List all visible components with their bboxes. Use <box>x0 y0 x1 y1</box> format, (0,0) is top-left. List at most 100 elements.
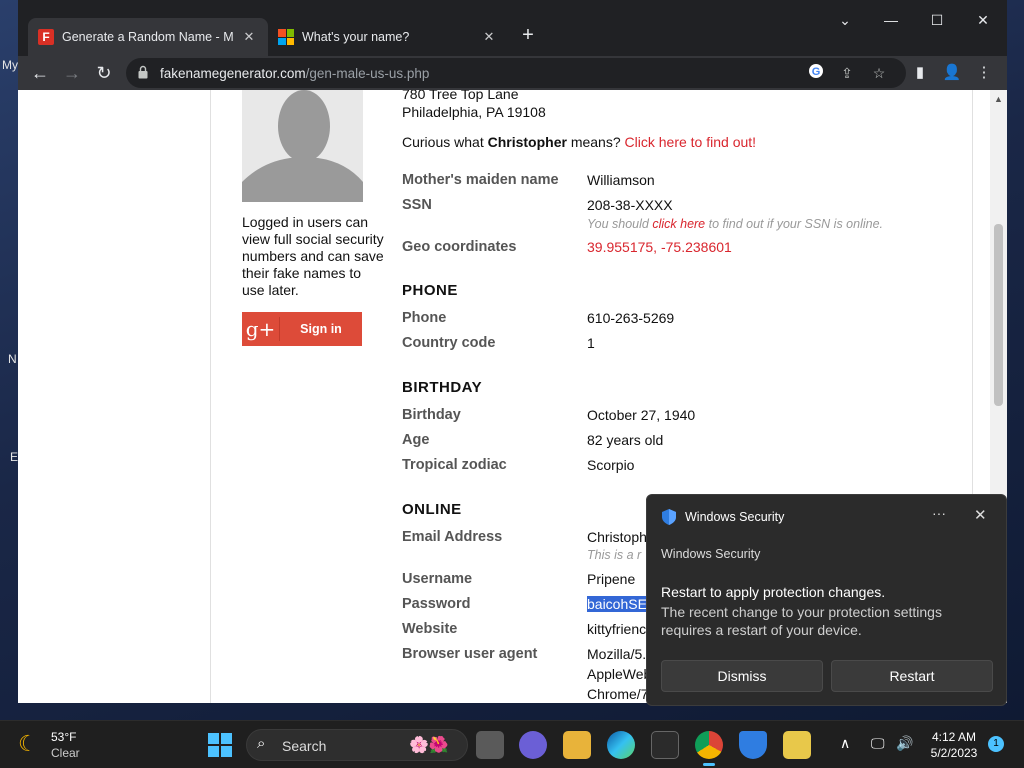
mothers-maiden-label: Mother's maiden name <box>402 172 559 188</box>
search-placeholder: Search <box>282 738 327 754</box>
password-label: Password <box>402 596 471 612</box>
age-label: Age <box>402 432 430 448</box>
browser-toolbar: ← → ↻ fakenamegenerator.com/gen-male-us-… <box>18 56 1007 90</box>
notification-body: The recent change to your protection set… <box>661 604 942 638</box>
birthday-value: October 27, 1940 <box>587 407 696 423</box>
clock-date: 5/2/2023 <box>930 746 978 760</box>
user-agent-line-3: Chrome/7 <box>587 686 649 702</box>
country-code-label: Country code <box>402 335 496 351</box>
notification-title: Restart to apply protection changes. <box>661 584 886 600</box>
username-value: Pripene <box>587 571 636 587</box>
show-hidden-icons-chevron-icon[interactable]: ∧ <box>840 735 850 752</box>
more-options-icon[interactable]: ··· <box>932 505 946 521</box>
taskbar: ☾ 53°F Clear ⌕ Search 🌸🌺 ∧ 🖵 🔊 4:12 AM 5… <box>0 720 1024 768</box>
maximize-button[interactable]: ☐ <box>922 12 952 29</box>
reload-button[interactable]: ↻ <box>92 61 116 85</box>
close-tab-icon[interactable]: ✕ <box>480 29 498 45</box>
microsoft-store-icon[interactable] <box>651 731 679 759</box>
windows-security-icon[interactable] <box>739 731 767 759</box>
new-tab-button[interactable]: + <box>516 24 540 47</box>
user-agent-label: Browser user agent <box>402 646 538 662</box>
close-window-button[interactable]: ✕ <box>968 12 998 29</box>
close-tab-icon[interactable]: ✕ <box>240 29 258 45</box>
task-view-icon[interactable] <box>476 731 504 759</box>
mothers-maiden-value: Williamson <box>587 172 655 188</box>
ssn-label: SSN <box>402 197 432 213</box>
menu-kebab-icon[interactable]: ⋮ <box>972 61 996 85</box>
username-label: Username <box>402 571 473 587</box>
teams-chat-icon[interactable] <box>519 731 547 759</box>
desktop-icon-label: N <box>8 352 17 366</box>
user-agent-line-1: Mozilla/5. <box>587 646 647 662</box>
tab-whats-your-name[interactable]: What's your name? ✕ <box>268 18 508 56</box>
notification-source: Windows Security <box>661 547 761 561</box>
edge-icon[interactable] <box>607 731 635 759</box>
password-value[interactable]: baicohSE <box>587 596 647 612</box>
microsoft-icon <box>278 29 294 45</box>
birthday-section-heading: BIRTHDAY <box>402 379 483 396</box>
birthday-label: Birthday <box>402 407 461 423</box>
website-value: kittyfrienc <box>587 621 647 637</box>
close-icon[interactable]: ✕ <box>974 506 987 524</box>
tab-search-chevron-icon[interactable]: ⌄ <box>830 12 860 29</box>
desktop-icon-label: My <box>2 58 18 72</box>
zodiac-label: Tropical zodiac <box>402 457 507 473</box>
windows-security-notification: Windows Security ··· ✕ Windows Security … <box>646 494 1007 706</box>
avatar <box>242 90 363 202</box>
address-bar[interactable]: fakenamegenerator.com/gen-male-us-us.php… <box>126 58 906 88</box>
file-explorer-icon[interactable] <box>563 731 591 759</box>
geo-coordinates-link[interactable]: 39.955175, -75.238601 <box>587 239 732 255</box>
back-button[interactable]: ← <box>28 61 52 85</box>
tab-fakename[interactable]: F Generate a Random Name - Male ✕ <box>28 18 268 56</box>
volume-icon[interactable]: 🔊 <box>896 735 913 752</box>
lock-icon <box>138 65 148 79</box>
search-icon: ⌕ <box>257 735 266 752</box>
geo-label: Geo coordinates <box>402 239 517 255</box>
bookmark-star-icon[interactable]: ☆ <box>869 63 889 83</box>
restart-button[interactable]: Restart <box>831 660 993 692</box>
name-meaning-link[interactable]: Click here to find out! <box>625 134 757 150</box>
moon-weather-icon[interactable]: ☾ <box>18 731 38 757</box>
phone-value: 610-263-5269 <box>587 310 675 326</box>
notification-app-name: Windows Security <box>685 510 785 524</box>
ssn-check-link[interactable]: click here <box>652 217 705 231</box>
weather-condition[interactable]: Clear <box>51 746 80 760</box>
tab-strip: F Generate a Random Name - Male ✕ What's… <box>18 0 1007 56</box>
share-icon[interactable]: ⇪ <box>837 63 857 83</box>
website-label: Website <box>402 621 458 637</box>
google-lens-icon[interactable]: G <box>806 63 826 83</box>
minimize-button[interactable]: — <box>876 12 906 28</box>
address-line-1: 780 Tree Top Lane <box>402 90 519 102</box>
url-text: fakenamegenerator.com/gen-male-us-us.php <box>160 66 430 81</box>
folder-icon[interactable] <box>783 731 811 759</box>
profile-icon[interactable]: 👤 <box>940 61 964 85</box>
email-note: This is a r <box>587 548 642 562</box>
google-plus-icon: g+ <box>242 317 280 341</box>
notification-count-badge[interactable]: 1 <box>988 736 1004 752</box>
forward-button[interactable]: → <box>60 61 84 85</box>
weather-temperature[interactable]: 53°F <box>51 730 76 744</box>
side-panel-icon[interactable]: ▮ <box>908 61 932 85</box>
taskbar-search[interactable]: ⌕ Search 🌸🌺 <box>246 729 468 761</box>
online-section-heading: ONLINE <box>402 501 462 518</box>
email-label: Email Address <box>402 529 503 545</box>
scroll-up-arrow-icon[interactable]: ▲ <box>994 94 1003 104</box>
dismiss-button[interactable]: Dismiss <box>661 660 823 692</box>
tab-title: Generate a Random Name - Male <box>62 30 234 44</box>
ssn-value: 208-38-XXXX <box>587 197 673 213</box>
google-plus-sign-in-button[interactable]: g+ Sign in <box>242 312 362 346</box>
scroll-thumb[interactable] <box>994 224 1003 406</box>
desktop-icon-label: E <box>10 450 19 464</box>
network-icon[interactable]: 🖵 <box>871 735 885 752</box>
name-meaning-line: Curious what Christopher means? Click he… <box>402 134 757 150</box>
tab-title: What's your name? <box>302 30 410 44</box>
clock-time: 4:12 AM <box>931 730 977 744</box>
clock[interactable]: 4:12 AM 5/2/2023 <box>924 729 984 761</box>
shield-icon <box>662 509 676 525</box>
address-line-2: Philadelphia, PA 19108 <box>402 104 546 120</box>
country-code-value: 1 <box>587 335 595 351</box>
chrome-icon[interactable] <box>695 731 723 766</box>
user-agent-line-2: AppleWeb <box>587 666 652 682</box>
phone-label: Phone <box>402 310 447 326</box>
start-button[interactable] <box>208 733 232 757</box>
